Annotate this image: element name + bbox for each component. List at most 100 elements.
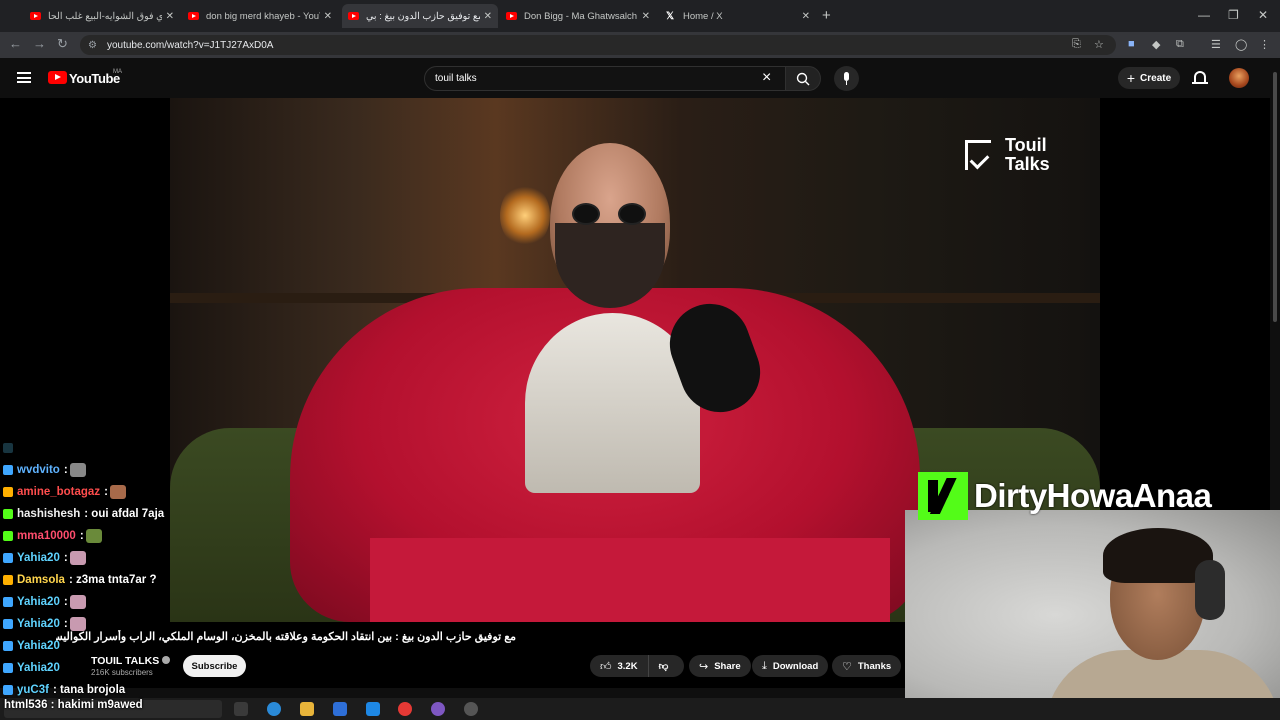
media-icon[interactable]: ☰	[1211, 38, 1221, 51]
youtube-icon	[506, 12, 517, 20]
clear-search-icon[interactable]: ×	[762, 69, 771, 87]
close-icon[interactable]: ✕	[642, 11, 650, 22]
download-button[interactable]: ⤓ Download	[752, 655, 829, 677]
translate-extension-icon[interactable]: ■	[1128, 38, 1135, 50]
channel-watermark: Touil Talks	[965, 136, 1050, 174]
voice-search-icon[interactable]	[834, 66, 859, 91]
close-icon[interactable]: ✕	[166, 11, 174, 22]
file-explorer-icon[interactable]	[300, 702, 314, 716]
minimize-icon[interactable]: —	[1198, 8, 1210, 22]
chat-message: Damsola : z3ma tnta7ar ?	[3, 569, 178, 591]
thanks-icon: ♡	[842, 660, 852, 673]
chat-emote-icon	[109, 485, 126, 499]
user-avatar[interactable]	[1229, 68, 1249, 88]
thanks-label: Thanks	[857, 660, 892, 672]
browser-tab-strip: ديري فوق الشوايه-البيع غلب الحا ✕ don bi…	[0, 0, 1280, 32]
youtube-icon	[30, 12, 41, 20]
browser-tab[interactable]: 𝕏 Home / X ✕	[660, 4, 816, 28]
search-query: touil talks	[435, 73, 477, 84]
os-taskbar	[0, 698, 1280, 720]
chat-username: amine_botagaz	[17, 486, 101, 498]
channel-name[interactable]: TOUIL TALKS	[91, 655, 171, 667]
hamburger-icon[interactable]	[17, 72, 31, 83]
tab-title: Don Bigg - Ma Ghatwsalch (Offi	[524, 10, 638, 22]
install-icon[interactable]: ⎘	[1072, 38, 1081, 51]
subscribe-button[interactable]: Subscribe	[183, 655, 246, 677]
notifications-bell-icon[interactable]	[1192, 71, 1208, 84]
store-icon[interactable]	[333, 702, 347, 716]
chat-username: Yahia20	[17, 662, 60, 674]
obs-icon[interactable]	[464, 702, 478, 716]
channel-info[interactable]: TOUIL TALKS 216K subscribers	[91, 655, 171, 677]
search-button[interactable]	[785, 66, 821, 91]
channel-name-text: TOUIL TALKS	[91, 655, 160, 667]
video-scene	[558, 203, 662, 225]
new-tab-icon[interactable]: +	[822, 7, 831, 24]
watermark-text: Touil Talks	[1005, 135, 1050, 174]
site-info-icon[interactable]: ⚙	[88, 40, 97, 51]
chat-badge-icon	[3, 465, 13, 475]
browser-tab-active[interactable]: مع توفيق حازب الدون بيغ : بي ✕	[342, 4, 498, 28]
outlook-icon[interactable]	[366, 702, 380, 716]
reload-icon[interactable]: ↻	[57, 36, 68, 52]
chat-username: hashishesh	[17, 508, 81, 520]
close-icon[interactable]: ✕	[484, 11, 492, 22]
bookmark-star-icon[interactable]: ☆	[1094, 38, 1104, 51]
chat-emote-icon	[85, 529, 102, 543]
profile-icon[interactable]: ◯	[1235, 38, 1247, 51]
app-icon[interactable]	[431, 702, 445, 716]
create-button[interactable]: + Create	[1118, 67, 1180, 89]
chat-badge-icon	[3, 509, 13, 519]
task-view-icon[interactable]	[234, 702, 248, 716]
menu-icon[interactable]: ⋮	[1259, 38, 1270, 51]
puzzle-icon[interactable]: ⧉	[1176, 38, 1184, 51]
chat-emote-icon	[69, 463, 86, 477]
browser-tab[interactable]: ديري فوق الشوايه-البيع غلب الحا ✕	[24, 4, 180, 28]
chrome-icon[interactable]	[398, 702, 412, 716]
chat-message: Yahia20 :	[3, 591, 178, 613]
share-button[interactable]: ↪ Share	[689, 655, 751, 677]
like-button[interactable]: 👍︎ 3.2K	[590, 655, 649, 677]
dislike-button[interactable]: 👎︎	[649, 660, 679, 672]
chat-text: :	[63, 596, 68, 608]
download-icon: ⤓	[762, 659, 767, 672]
youtube-masthead: YouTube MA touil talks × + Create	[0, 58, 1280, 98]
tab-title: don big merd khayeb - YouTube	[206, 10, 320, 22]
thumbs-up-icon: 👍︎	[600, 660, 612, 673]
search-input[interactable]: touil talks ×	[424, 66, 786, 91]
plus-icon: +	[1126, 70, 1136, 86]
share-icon: ↪	[699, 660, 709, 673]
restore-icon[interactable]: ❐	[1228, 8, 1239, 22]
window-close-icon[interactable]: ✕	[1258, 8, 1268, 22]
chat-emote-icon	[69, 595, 86, 609]
chat-username: Yahia20	[17, 552, 60, 564]
scrollbar-thumb[interactable]	[1273, 72, 1277, 322]
share-label: Share	[714, 660, 741, 672]
thanks-button[interactable]: ♡ Thanks	[832, 655, 902, 677]
youtube-logo-icon[interactable]	[48, 71, 67, 84]
browser-tab[interactable]: don big merd khayeb - YouTube ✕	[182, 4, 338, 28]
chat-badge-icon	[3, 641, 13, 651]
chat-message: mma10000 :	[3, 525, 178, 547]
chat-username: wvdvito	[17, 464, 60, 476]
extension-icon[interactable]: ◆	[1152, 38, 1160, 51]
chat-badge-icon	[3, 531, 13, 541]
tab-title: Home / X	[683, 10, 723, 22]
chat-message: hashishesh : oui afdal 7aja	[3, 503, 178, 525]
forward-icon[interactable]: →	[33, 36, 46, 51]
close-icon[interactable]: ✕	[802, 11, 810, 22]
like-count: 3.2K	[617, 660, 638, 672]
chat-badge-icon	[3, 443, 13, 453]
chat-message: wvdvito :	[3, 459, 178, 481]
address-bar[interactable]: ⚙ youtube.com/watch?v=J1TJ27AxD0A	[80, 35, 1116, 55]
video-scene	[370, 538, 890, 622]
browser-tab[interactable]: Don Bigg - Ma Ghatwsalch (Offi ✕	[500, 4, 656, 28]
subscriber-count: 216K subscribers	[91, 668, 153, 677]
back-icon[interactable]: ←	[9, 36, 22, 51]
download-label: Download	[772, 660, 819, 672]
close-icon[interactable]: ✕	[324, 11, 332, 22]
youtube-icon	[188, 12, 199, 20]
edge-icon[interactable]	[267, 702, 281, 716]
chat-username: mma10000	[17, 530, 76, 542]
streamer-webcam	[905, 510, 1280, 720]
